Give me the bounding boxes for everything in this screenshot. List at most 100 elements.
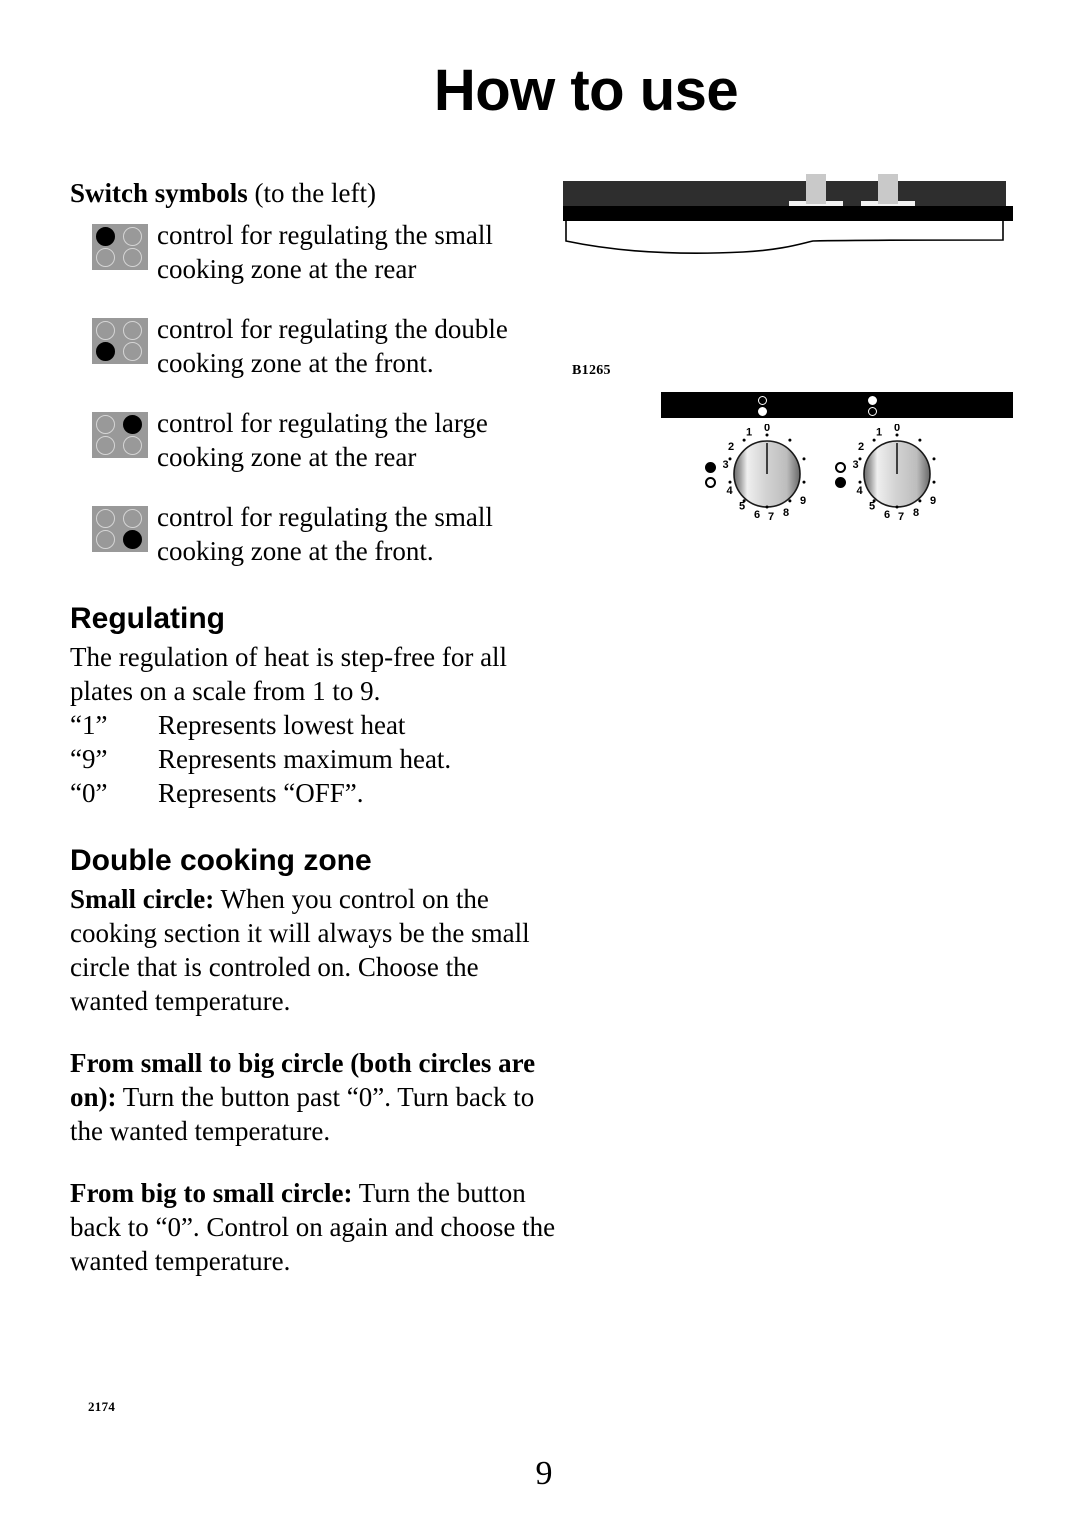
knob-right[interactable]: 0 1 2 3 4 5 6 7 8 9 xyxy=(813,424,943,534)
knob-left[interactable]: 0 1 2 3 4 5 6 7 8 9 xyxy=(683,424,813,534)
knob-stem xyxy=(878,174,898,204)
hob-ring-top-left xyxy=(96,414,115,434)
regulating-heading: Regulating xyxy=(70,601,225,635)
svg-text:2: 2 xyxy=(858,441,864,453)
scale-desc: Represents lowest heat xyxy=(158,710,406,741)
knob-left-indicator xyxy=(705,462,717,489)
paragraph-lead: From big to small circle: xyxy=(70,1178,353,1209)
scale-key: “1” xyxy=(70,710,108,741)
switch-symbol-line2: cooking zone at the front. xyxy=(157,347,434,378)
svg-text:7: 7 xyxy=(898,511,904,523)
panel-indicator-filled xyxy=(868,396,877,405)
hob-ring-top-right xyxy=(123,320,142,340)
switch-symbol-row: control for regulating the double cookin… xyxy=(70,312,560,380)
regulating-intro-line2: plates on a scale from 1 to 9. xyxy=(70,676,381,706)
table-row: “9” Represents maximum heat. xyxy=(70,742,451,776)
cooktop-side-view-figure xyxy=(563,174,1013,261)
knob-indicator-filled xyxy=(835,477,846,488)
knob-right-dial[interactable]: 0 1 2 3 4 5 6 7 8 9 xyxy=(853,424,941,530)
svg-text:8: 8 xyxy=(913,507,919,519)
cooktop-top-band xyxy=(563,181,1006,206)
page-title: How to use xyxy=(433,58,739,123)
hob-ring-top-right xyxy=(123,414,142,434)
double-cooking-zone-heading: Double cooking zone xyxy=(70,844,372,878)
switch-symbol-line1: control for regulating the small xyxy=(157,501,493,532)
figure-label-b1265: B1265 xyxy=(572,363,611,378)
switch-symbol-row: control for regulating the small cooking… xyxy=(70,500,560,568)
knob-right-indicator xyxy=(835,462,847,489)
left-content-column: Switch symbols (to the left) control for… xyxy=(70,178,560,1278)
switch-symbol-row: control for regulating the large cooking… xyxy=(70,406,560,474)
hob-ring-top-left xyxy=(96,320,115,340)
svg-text:6: 6 xyxy=(754,509,760,521)
hob-ring-bottom-right xyxy=(123,435,142,455)
switch-symbols-heading-bold: Switch symbols xyxy=(70,178,248,208)
scale-key: “9” xyxy=(70,744,108,775)
panel-indicator-hollow xyxy=(758,396,767,405)
switch-symbol-line1: control for regulating the large xyxy=(157,407,488,438)
regulating-intro: The regulation of heat is step-free for … xyxy=(70,640,560,708)
document-code: 2174 xyxy=(88,1399,116,1414)
knobs-figure: 0 1 2 3 4 5 6 7 8 9 0 1 2 3 4 5 6 7 8 9 xyxy=(661,424,1013,534)
svg-text:9: 9 xyxy=(930,495,936,507)
svg-text:0: 0 xyxy=(764,424,770,434)
scale-desc: Represents “OFF”. xyxy=(158,778,364,809)
svg-text:9: 9 xyxy=(800,495,806,507)
hob-icon-small-rear xyxy=(92,223,148,270)
switch-symbol-text: control for regulating the large cooking… xyxy=(157,406,488,474)
svg-text:5: 5 xyxy=(869,501,875,513)
switch-symbol-line1: control for regulating the small xyxy=(157,219,493,250)
hob-ring-top-left xyxy=(96,226,115,246)
svg-text:8: 8 xyxy=(783,507,789,519)
hob-ring-bottom-right xyxy=(123,529,142,549)
switch-symbol-line2: cooking zone at the rear xyxy=(157,253,417,284)
hob-ring-bottom-left xyxy=(96,341,115,361)
knob-indicator-hollow xyxy=(835,462,846,473)
regulating-intro-line1: The regulation of heat is step-free for … xyxy=(70,641,508,672)
hob-ring-bottom-right xyxy=(123,247,142,267)
svg-text:7: 7 xyxy=(768,511,774,523)
page-number: 9 xyxy=(535,1455,553,1492)
knob-left-dial[interactable]: 0 1 2 3 4 5 6 7 8 9 xyxy=(723,424,811,530)
hob-ring-bottom-left xyxy=(96,247,115,267)
svg-text:6: 6 xyxy=(884,509,890,521)
hob-ring-top-left xyxy=(96,508,115,528)
hob-ring-bottom-right xyxy=(123,341,142,361)
paragraph-small-circle: Small circle: When you control on the co… xyxy=(70,882,560,1018)
knob-stem xyxy=(806,174,826,204)
switch-symbol-line2: cooking zone at the front. xyxy=(157,535,434,566)
knob-indicator-filled xyxy=(705,462,716,473)
svg-text:3: 3 xyxy=(853,459,859,471)
control-panel-strip xyxy=(661,392,1013,418)
paragraph-small-to-big: From small to big circle (both circles a… xyxy=(70,1046,560,1148)
switch-symbol-text: control for regulating the double cookin… xyxy=(157,312,508,380)
switch-symbol-line1: control for regulating the double xyxy=(157,313,508,344)
paragraph-lead: Small circle: xyxy=(70,884,215,915)
cooktop-underside-outline xyxy=(565,219,1004,255)
svg-text:5: 5 xyxy=(739,501,745,513)
hob-ring-top-right xyxy=(123,226,142,246)
scale-desc: Represents maximum heat. xyxy=(158,744,452,775)
svg-text:2: 2 xyxy=(728,441,734,453)
svg-text:3: 3 xyxy=(723,459,729,471)
panel-indicator-hollow xyxy=(868,407,877,416)
svg-text:0: 0 xyxy=(894,424,900,434)
switch-symbols-heading-rest: (to the left) xyxy=(247,178,376,208)
hob-ring-bottom-left xyxy=(96,435,115,455)
svg-text:4: 4 xyxy=(856,485,863,497)
switch-symbols-heading: Switch symbols (to the left) xyxy=(70,178,560,210)
knob-indicator-hollow xyxy=(705,477,716,488)
hob-ring-bottom-left xyxy=(96,529,115,549)
panel-indicator-filled xyxy=(758,407,767,416)
switch-symbol-row: control for regulating the small cooking… xyxy=(70,218,560,286)
svg-text:1: 1 xyxy=(746,427,752,439)
hob-ring-top-right xyxy=(123,508,142,528)
hob-icon-double-front xyxy=(92,317,148,364)
hob-icon-small-front xyxy=(92,505,148,552)
scale-key: “0” xyxy=(70,778,108,809)
hob-icon-large-rear xyxy=(92,411,148,458)
switch-symbol-text: control for regulating the small cooking… xyxy=(157,500,493,568)
svg-text:1: 1 xyxy=(876,427,882,439)
paragraph-body: Turn the button past “0”. Turn back to t… xyxy=(70,1082,535,1147)
switch-symbol-text: control for regulating the small cooking… xyxy=(157,218,493,286)
